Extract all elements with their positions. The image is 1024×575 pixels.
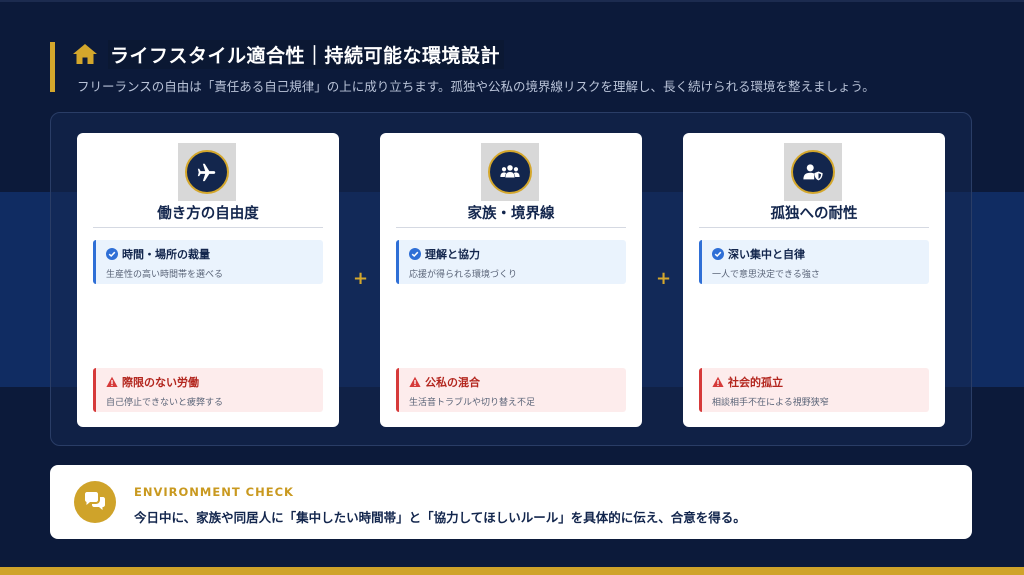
bottom-accent-bar xyxy=(0,567,1024,575)
pro-title: 理解と協力 xyxy=(425,248,480,261)
con-box: 社会的孤立 相談相手不在による視野狭窄 xyxy=(699,368,929,412)
lifestyle-cards-panel: 働き方の自由度 時間・場所の裁量 生産性の高い時間帯を選べる 際限のない労働 自… xyxy=(50,112,972,446)
warning-icon xyxy=(106,376,118,387)
top-border xyxy=(0,0,1024,2)
environment-check-card: ENVIRONMENT CHECK 今日中に、家族や同居人に「集中したい時間帯」… xyxy=(50,465,972,539)
pro-description: 生産性の高い時間帯を選べる xyxy=(106,270,224,280)
plus-separator: + xyxy=(656,268,672,289)
card-divider xyxy=(699,227,929,228)
page-subtitle: フリーランスの自由は「責任ある自己規律」の上に成り立ちます。孤独や公私の境界線リ… xyxy=(77,79,875,94)
environment-check-label: ENVIRONMENT CHECK xyxy=(134,485,294,499)
warning-icon xyxy=(712,376,724,387)
con-description: 生活音トラブルや切り替え不足 xyxy=(409,398,536,408)
card-family-boundary: 家族・境界線 理解と協力 応援が得られる環境づくり 公私の混合 生活音トラブルや… xyxy=(380,133,642,427)
card-work-freedom: 働き方の自由度 時間・場所の裁量 生産性の高い時間帯を選べる 際限のない労働 自… xyxy=(77,133,339,427)
pro-box: 深い集中と自律 一人で意思決定できる強さ xyxy=(699,240,929,284)
con-description: 自己停止できないと疲弊する xyxy=(106,398,224,408)
card-divider xyxy=(396,227,626,228)
con-title: 公私の混合 xyxy=(425,376,480,389)
card-divider xyxy=(93,227,323,228)
page-header: ライフスタイル適合性｜持続可能な環境設計 フリーランスの自由は「責任ある自己規律… xyxy=(50,38,950,94)
con-description: 相談相手不在による視野狭窄 xyxy=(712,398,829,408)
check-circle-icon xyxy=(409,248,421,260)
con-title: 際限のない労働 xyxy=(122,376,199,389)
card-title: 孤独への耐性 xyxy=(770,206,858,222)
pro-box: 理解と協力 応援が得られる環境づくり xyxy=(396,240,626,284)
environment-check-text: 今日中に、家族や同居人に「集中したい時間帯」と「協力してほしいルール」を具体的に… xyxy=(134,510,746,525)
card-icon-frame xyxy=(178,143,236,201)
pro-description: 一人で意思決定できる強さ xyxy=(712,270,820,280)
chat-bubbles-icon xyxy=(74,481,116,523)
card-title: 家族・境界線 xyxy=(467,206,555,222)
pro-title: 時間・場所の裁量 xyxy=(122,248,210,261)
pro-description: 応援が得られる環境づくり xyxy=(409,270,518,280)
plus-separator: + xyxy=(353,268,369,289)
family-icon xyxy=(488,150,532,194)
con-title: 社会的孤立 xyxy=(728,376,783,389)
check-circle-icon xyxy=(712,248,724,260)
card-solitude-tolerance: 孤独への耐性 深い集中と自律 一人で意思決定できる強さ 社会的孤立 相談相手不在… xyxy=(683,133,945,427)
card-icon-frame xyxy=(784,143,842,201)
pro-title: 深い集中と自律 xyxy=(728,248,805,261)
con-box: 際限のない労働 自己停止できないと疲弊する xyxy=(93,368,323,412)
header-accent-bar xyxy=(50,42,55,92)
card-icon-frame xyxy=(481,143,539,201)
user-shield-icon xyxy=(791,150,835,194)
airplane-icon xyxy=(185,150,229,194)
card-title: 働き方の自由度 xyxy=(157,206,259,222)
page-title: ライフスタイル適合性｜持続可能な環境設計 xyxy=(108,39,505,69)
pro-box: 時間・場所の裁量 生産性の高い時間帯を選べる xyxy=(93,240,323,284)
con-box: 公私の混合 生活音トラブルや切り替え不足 xyxy=(396,368,626,412)
check-circle-icon xyxy=(106,248,118,260)
warning-icon xyxy=(409,376,421,387)
home-icon xyxy=(72,42,98,66)
title-row: ライフスタイル適合性｜持続可能な環境設計 xyxy=(72,39,505,69)
